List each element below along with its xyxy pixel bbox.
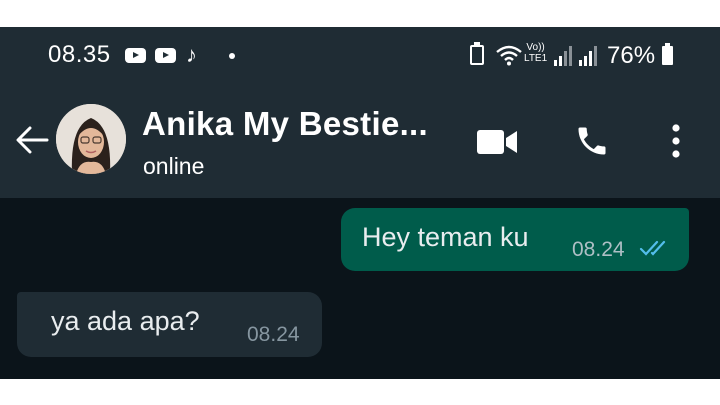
contact-avatar[interactable]: [56, 104, 126, 174]
signal-strength-icon: [554, 46, 572, 66]
youtube-icon: [155, 48, 176, 63]
wifi-icon: [496, 45, 522, 66]
lte-label: LTE1: [524, 53, 548, 64]
incoming-message-bubble[interactable]: ya ada apa? 08.24: [17, 292, 322, 357]
contact-status: online: [143, 153, 205, 179]
contact-name[interactable]: Anika My Bestie...: [142, 105, 428, 143]
more-options-icon[interactable]: [669, 123, 683, 159]
back-arrow-icon[interactable]: [14, 125, 50, 155]
video-call-icon[interactable]: [476, 127, 518, 157]
chat-area[interactable]: Hey teman ku 08.24 ya ada apa? 08.24: [0, 198, 720, 379]
status-bar: 08.35 ♪ Vo)) LTE1 76%: [0, 27, 720, 87]
voice-call-icon[interactable]: [574, 123, 610, 159]
more-notifications-dot: [229, 53, 235, 59]
status-time: 08.35: [48, 41, 111, 68]
phone-screen: 08.35 ♪ Vo)) LTE1 76% Anika My Bestie...…: [0, 27, 720, 379]
battery-saver-icon: [470, 42, 484, 65]
youtube-icon: [125, 48, 146, 63]
network-type-label: Vo)) LTE1: [524, 42, 547, 64]
volte-label: Vo)): [526, 42, 545, 53]
tiktok-icon: ♪: [186, 42, 197, 67]
outgoing-message-bubble[interactable]: Hey teman ku 08.24: [341, 208, 689, 271]
signal-strength-icon: [579, 46, 597, 66]
message-time: 08.24: [572, 238, 625, 261]
chat-header: Anika My Bestie... online: [0, 87, 720, 198]
battery-icon: [662, 43, 673, 65]
avatar-photo: [56, 104, 126, 174]
battery-percent: 76%: [607, 42, 656, 69]
read-receipt-icon: [639, 240, 666, 256]
message-text: ya ada apa?: [51, 306, 200, 336]
message-time: 08.24: [247, 323, 300, 346]
message-text: Hey teman ku: [362, 222, 529, 252]
